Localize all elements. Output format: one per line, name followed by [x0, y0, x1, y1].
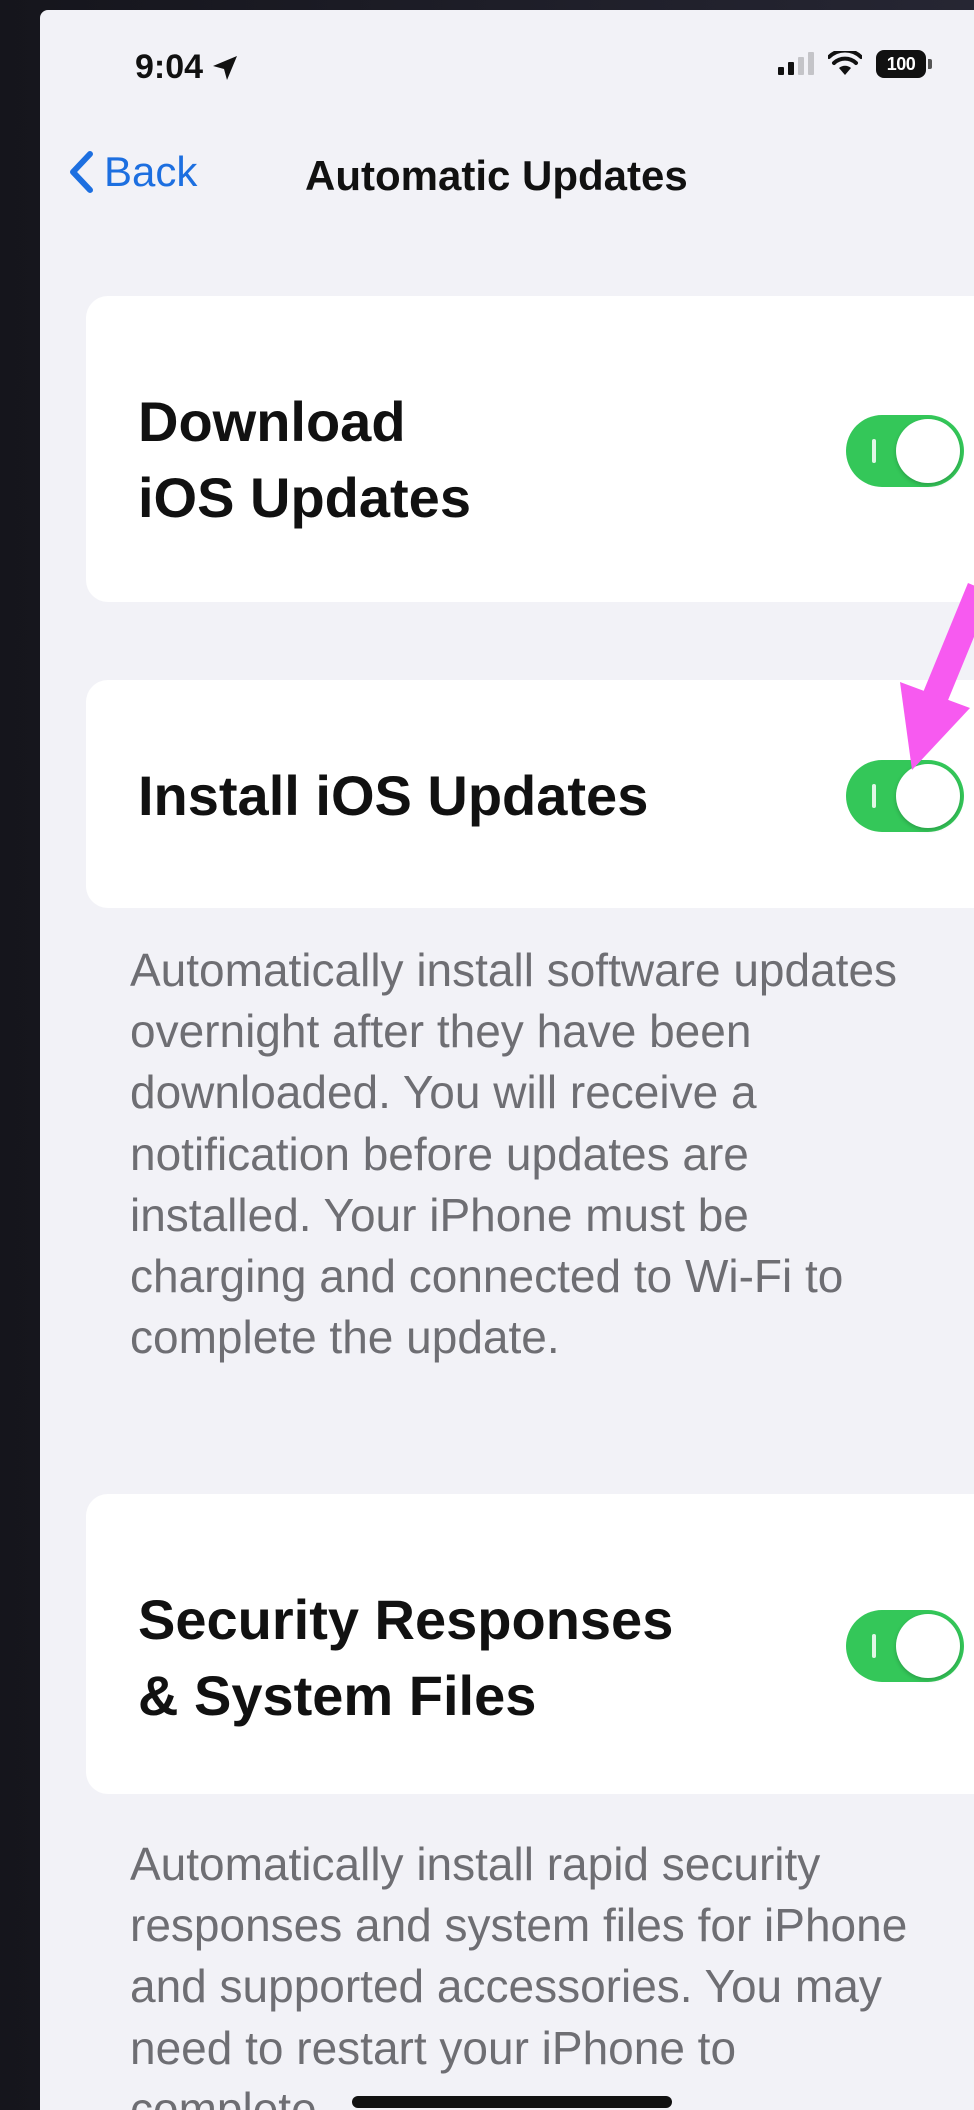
status-time: 9:04 [135, 48, 239, 87]
install-ios-updates-label: Install iOS Updates [138, 764, 649, 827]
back-button[interactable]: Back [68, 148, 197, 196]
install-ios-updates-footer: Automatically install software updates o… [130, 944, 898, 1364]
chevron-left-icon [70, 151, 93, 193]
location-arrow-icon [213, 55, 238, 80]
install-ios-updates-row: Install iOS Updates [86, 680, 974, 908]
download-ios-updates-toggle[interactable] [846, 415, 964, 487]
page-title: Automatic Updates [305, 152, 688, 199]
home-indicator[interactable] [352, 2096, 672, 2108]
security-responses-footer: Automatically install rapid security res… [130, 1838, 908, 2110]
cellular-signal-icon [778, 52, 814, 75]
status-indicators: 100 [778, 50, 932, 78]
back-button-label: Back [104, 148, 198, 195]
settings-screen: 9:04 100 Back Automatic Updates Download… [40, 10, 974, 2110]
security-responses-row: Security Responses & System Files [86, 1494, 974, 1794]
status-bar: 9:04 100 [40, 10, 974, 130]
status-time-text: 9:04 [135, 48, 204, 86]
security-responses-label: Security Responses & System Files [138, 1588, 674, 1727]
download-ios-updates-row: Download iOS Updates [86, 296, 974, 602]
security-responses-toggle[interactable] [846, 1610, 964, 1682]
wifi-icon [828, 51, 862, 75]
annotation-arrow-icon [900, 583, 974, 770]
download-ios-updates-label: Download iOS Updates [138, 390, 471, 529]
navigation-bar: Back Automatic Updates [40, 130, 974, 210]
battery-icon: 100 [876, 50, 932, 78]
battery-level: 100 [876, 50, 926, 78]
